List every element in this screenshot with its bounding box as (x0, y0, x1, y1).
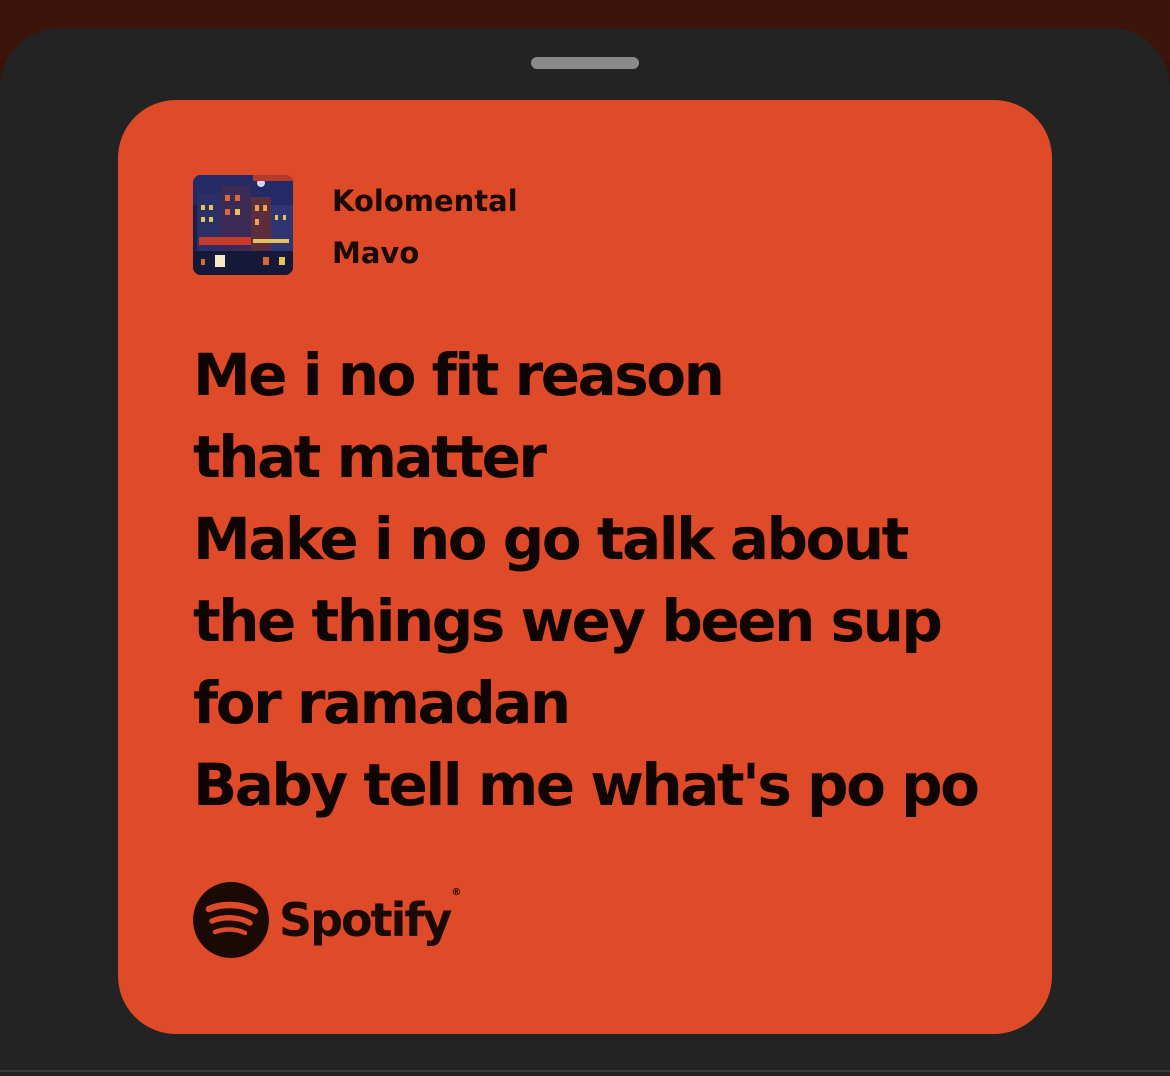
sheet-grabber-handle[interactable] (531, 57, 639, 69)
lyric-line: Me i no fit reason (193, 341, 725, 409)
bottom-divider (0, 1070, 1170, 1072)
lyric-line: that matter (193, 423, 547, 491)
lyric-line: for ramadan (193, 669, 571, 737)
album-cover-art (193, 175, 293, 275)
lyric-line: the things wey been sup (193, 587, 943, 655)
lyrics-card[interactable]: Kolomental Mavo Me i no fit reason that … (118, 100, 1052, 1034)
track-artist: Mavo (332, 236, 420, 270)
lyric-line: Baby tell me what's po po (193, 751, 980, 819)
spotify-branding: Spotify® (193, 880, 461, 960)
lyric-line: Make i no go talk about (193, 505, 909, 573)
album-cover-image (193, 175, 293, 275)
trademark-symbol: ® (451, 887, 461, 898)
lyrics-block: Me i no fit reason that matter Make i no… (193, 334, 1033, 826)
spotify-logo-icon (193, 882, 269, 958)
track-title: Kolomental (332, 184, 518, 218)
spotify-wordmark: Spotify® (279, 887, 461, 947)
